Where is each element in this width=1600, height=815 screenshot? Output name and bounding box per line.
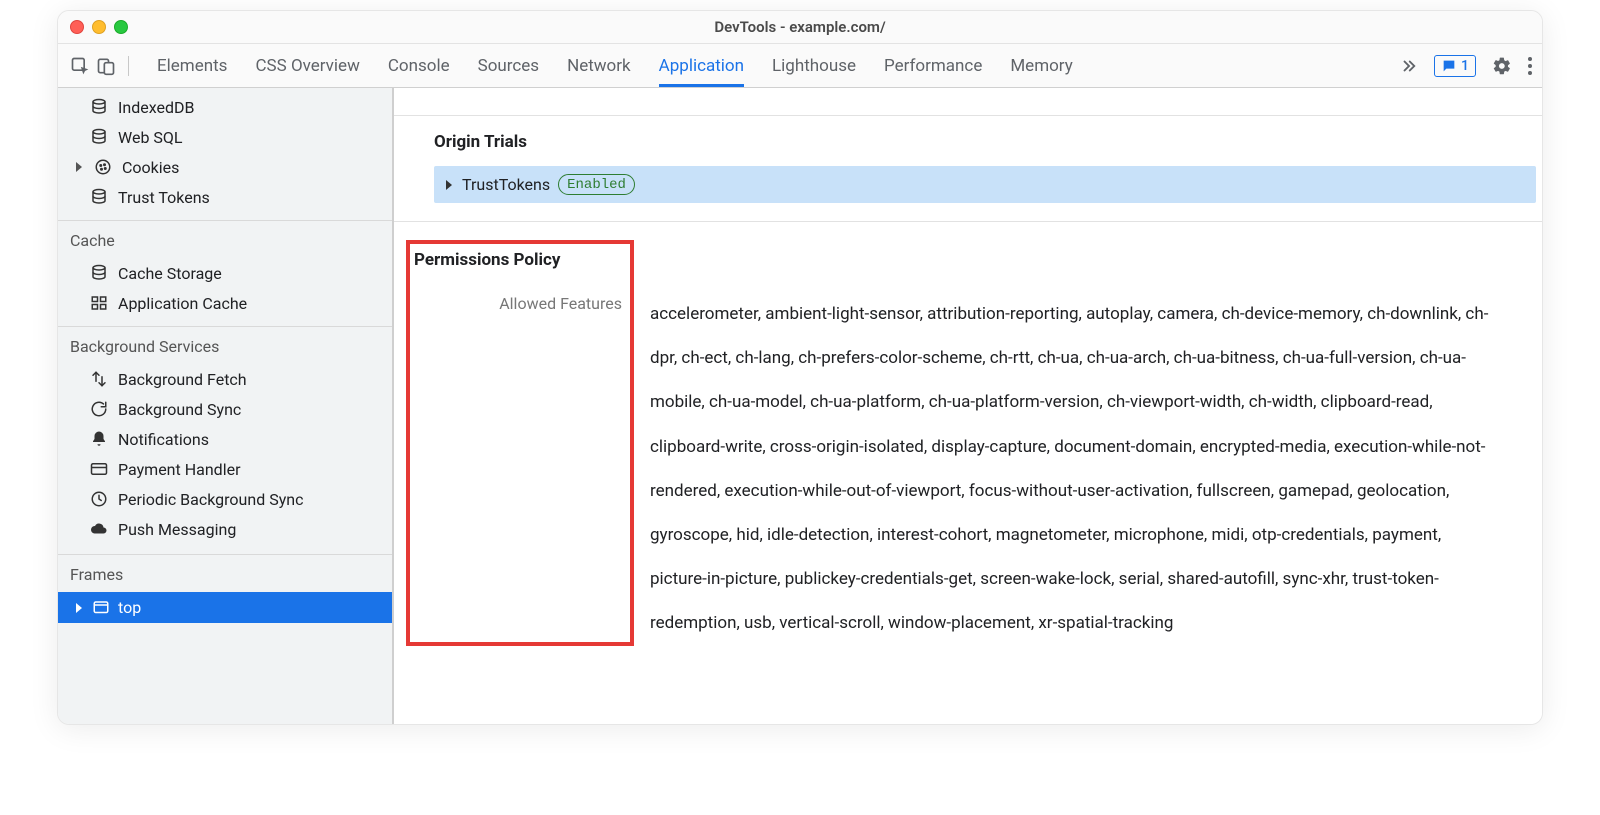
frames-group: Frames top bbox=[58, 555, 392, 623]
titlebar: DevTools - example.com/ bbox=[58, 11, 1542, 44]
sidebar-item-bg-fetch[interactable]: Background Fetch bbox=[58, 364, 392, 394]
tab-sources[interactable]: Sources bbox=[478, 44, 539, 87]
sidebar-item-label: Notifications bbox=[118, 430, 209, 449]
toggle-device-icon[interactable] bbox=[96, 56, 116, 76]
bg-services-group: Background Services Background Fetch bbox=[58, 327, 392, 555]
sidebar-item-app-cache[interactable]: Application Cache bbox=[58, 288, 392, 318]
close-window-button[interactable] bbox=[70, 20, 84, 34]
sidebar-item-label: Trust Tokens bbox=[118, 188, 210, 207]
grid-icon bbox=[90, 294, 108, 312]
sidebar-item-bg-sync[interactable]: Background Sync bbox=[58, 394, 392, 424]
clock-icon bbox=[90, 490, 108, 508]
allowed-features-list: accelerometer, ambient-light-sensor, att… bbox=[634, 240, 1502, 646]
sidebar-item-websql[interactable]: Web SQL bbox=[58, 122, 392, 152]
tab-memory[interactable]: Memory bbox=[1010, 44, 1072, 87]
sync-icon bbox=[90, 400, 108, 418]
window-title: DevTools - example.com/ bbox=[58, 18, 1542, 36]
sidebar-item-label: Push Messaging bbox=[118, 520, 236, 539]
sidebar-item-label: Payment Handler bbox=[118, 460, 241, 479]
trial-name: TrustTokens bbox=[462, 175, 550, 194]
frame-icon bbox=[92, 599, 110, 617]
tab-console[interactable]: Console bbox=[388, 44, 450, 87]
sidebar-item-periodic-sync[interactable]: Periodic Background Sync bbox=[58, 484, 392, 514]
minimize-window-button[interactable] bbox=[92, 20, 106, 34]
database-icon bbox=[90, 98, 108, 116]
cloud-icon bbox=[90, 520, 108, 538]
sidebar-item-push[interactable]: Push Messaging bbox=[58, 514, 392, 544]
permissions-highlight-box: Permissions Policy Allowed Features bbox=[406, 240, 634, 646]
inspect-element-icon[interactable] bbox=[70, 56, 90, 76]
sidebar-item-label: Background Sync bbox=[118, 400, 241, 419]
transfer-icon bbox=[90, 370, 108, 388]
frames-heading: Frames bbox=[58, 555, 392, 592]
main-content: Origin Trials TrustTokens Enabled Permis… bbox=[394, 88, 1542, 724]
sidebar-item-label: Cookies bbox=[122, 158, 179, 177]
sidebar-item-cache-storage[interactable]: Cache Storage bbox=[58, 258, 392, 288]
frames-top-item[interactable]: top bbox=[58, 592, 392, 623]
credit-card-icon bbox=[90, 460, 108, 478]
tab-css-overview[interactable]: CSS Overview bbox=[255, 44, 359, 87]
content-spacer bbox=[394, 88, 1542, 116]
sidebar-item-payment[interactable]: Payment Handler bbox=[58, 454, 392, 484]
tab-network[interactable]: Network bbox=[567, 44, 631, 87]
toolbar: Elements CSS Overview Console Sources Ne… bbox=[58, 44, 1542, 88]
expand-caret-icon bbox=[76, 603, 82, 613]
sidebar-item-label: IndexedDB bbox=[118, 98, 194, 117]
expand-caret-icon bbox=[446, 180, 452, 190]
panel-body: IndexedDB Web SQL bbox=[58, 88, 1542, 724]
tab-performance[interactable]: Performance bbox=[884, 44, 982, 87]
window-controls bbox=[70, 20, 128, 34]
sidebar-item-trust-tokens[interactable]: Trust Tokens bbox=[58, 182, 392, 212]
sidebar-item-notifications[interactable]: Notifications bbox=[58, 424, 392, 454]
sidebar-item-label: Periodic Background Sync bbox=[118, 490, 303, 509]
origin-trials-heading: Origin Trials bbox=[434, 132, 1536, 152]
sidebar-item-label: Background Fetch bbox=[118, 370, 247, 389]
more-tabs-icon[interactable] bbox=[1400, 57, 1418, 75]
toolbar-left bbox=[66, 44, 145, 87]
cache-heading: Cache bbox=[58, 221, 392, 258]
sidebar-item-cookies[interactable]: Cookies bbox=[58, 152, 392, 182]
application-sidebar: IndexedDB Web SQL bbox=[58, 88, 394, 724]
toolbar-right: 1 bbox=[1400, 55, 1532, 77]
database-icon bbox=[90, 128, 108, 146]
toolbar-divider bbox=[128, 56, 129, 76]
expand-caret-icon bbox=[76, 162, 82, 172]
bg-services-heading: Background Services bbox=[58, 327, 392, 364]
trial-status-pill: Enabled bbox=[558, 174, 635, 195]
origin-trial-row[interactable]: TrustTokens Enabled bbox=[434, 166, 1536, 203]
sidebar-item-indexeddb[interactable]: IndexedDB bbox=[58, 92, 392, 122]
issues-count: 1 bbox=[1461, 58, 1469, 74]
maximize-window-button[interactable] bbox=[114, 20, 128, 34]
settings-icon[interactable] bbox=[1492, 56, 1512, 76]
sidebar-item-label: Web SQL bbox=[118, 128, 183, 147]
tab-application[interactable]: Application bbox=[659, 44, 744, 87]
devtools-window: DevTools - example.com/ Elements CSS Ove… bbox=[57, 10, 1543, 725]
permissions-heading: Permissions Policy bbox=[410, 248, 630, 294]
kebab-menu-icon[interactable] bbox=[1528, 57, 1532, 75]
allowed-features-label: Allowed Features bbox=[410, 294, 630, 313]
cookie-icon bbox=[94, 158, 112, 176]
sidebar-item-label: Cache Storage bbox=[118, 264, 222, 283]
origin-trials-section: Origin Trials TrustTokens Enabled bbox=[394, 116, 1542, 203]
sidebar-item-label: top bbox=[118, 598, 141, 617]
permissions-section: Permissions Policy Allowed Features acce… bbox=[394, 222, 1542, 646]
issues-badge[interactable]: 1 bbox=[1434, 55, 1476, 77]
panel-tabs: Elements CSS Overview Console Sources Ne… bbox=[157, 44, 1073, 87]
sidebar-item-label: Application Cache bbox=[118, 294, 247, 313]
storage-group: IndexedDB Web SQL bbox=[58, 88, 392, 221]
bell-icon bbox=[90, 430, 108, 448]
cache-group: Cache Cache Storage Applica bbox=[58, 221, 392, 327]
database-icon bbox=[90, 188, 108, 206]
tab-lighthouse[interactable]: Lighthouse bbox=[772, 44, 856, 87]
tab-elements[interactable]: Elements bbox=[157, 44, 227, 87]
database-icon bbox=[90, 264, 108, 282]
